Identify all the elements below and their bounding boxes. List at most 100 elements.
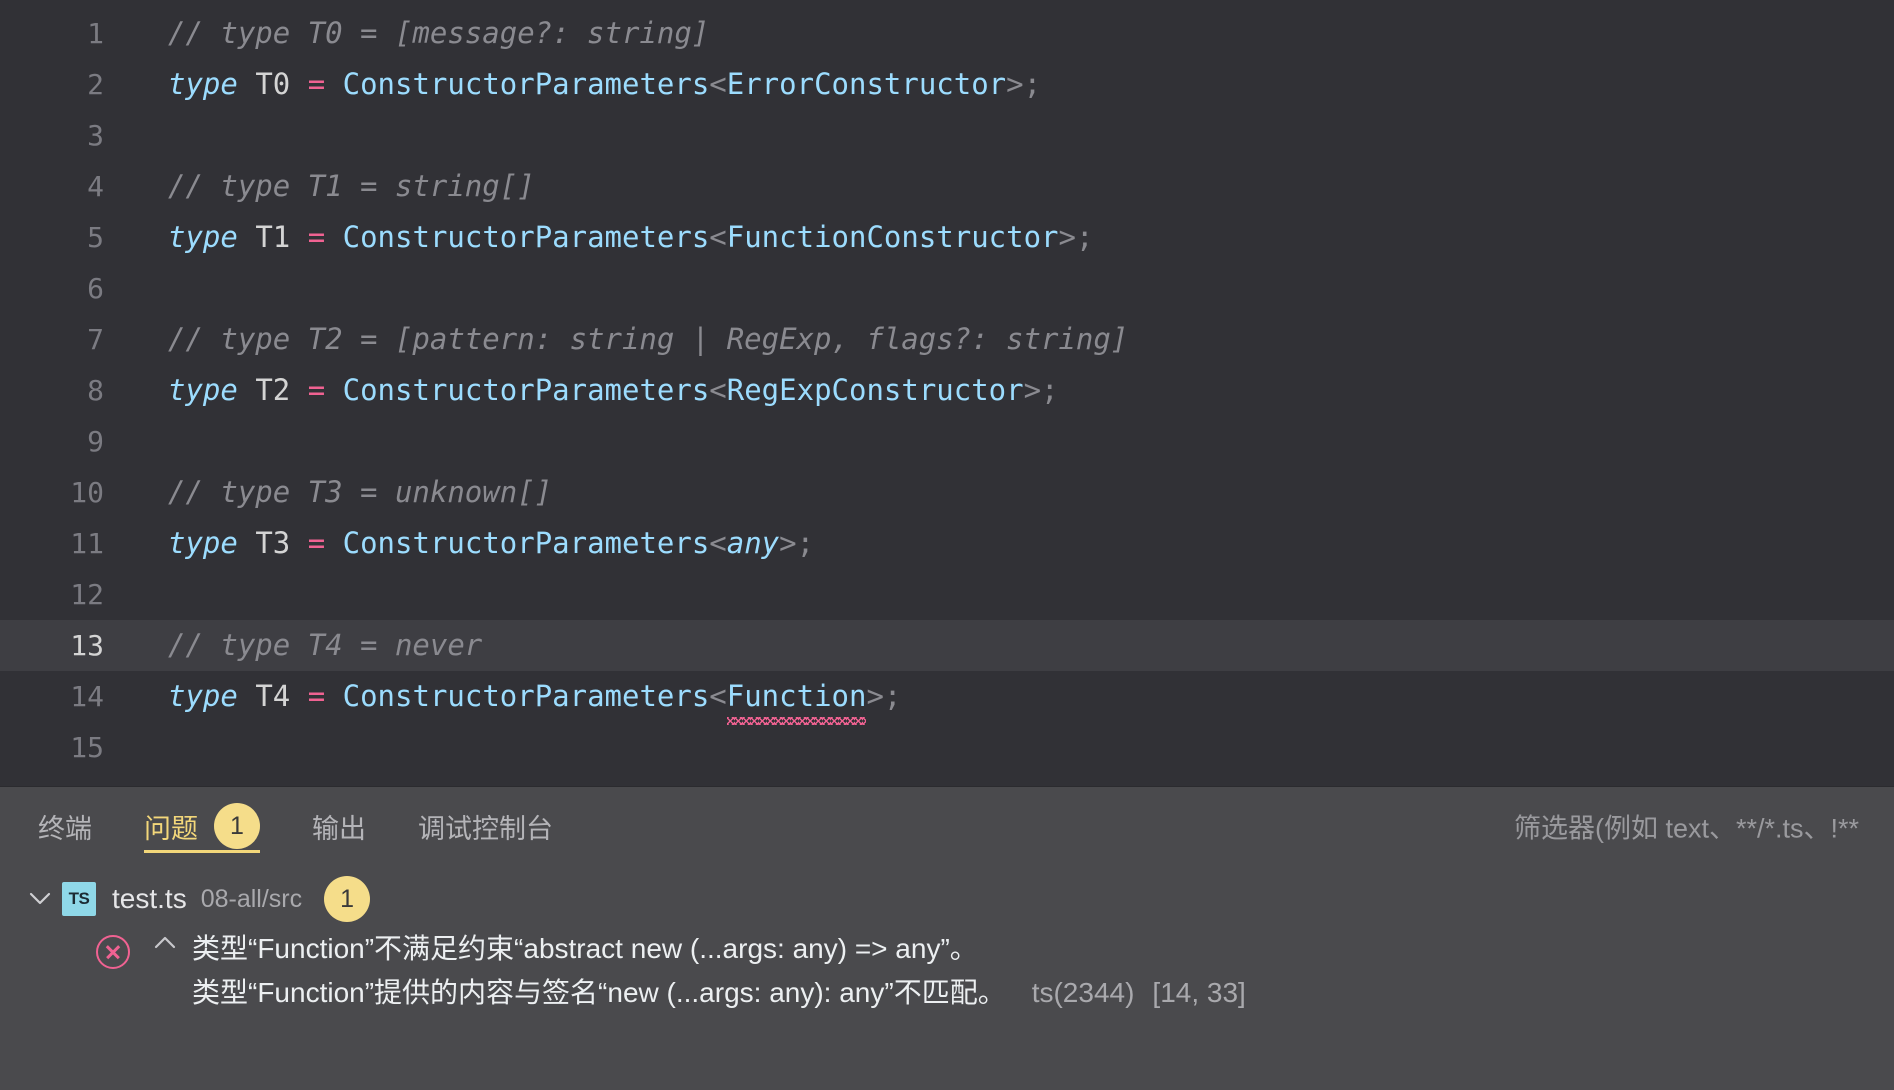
line-number: 2 <box>87 68 104 101</box>
chevron-up-icon[interactable] <box>154 931 176 955</box>
code-line[interactable]: 8 type T2 = ConstructorParameters<RegExp… <box>0 365 1894 416</box>
comment-token: // type T3 = unknown[] <box>168 475 553 509</box>
keyword-token: type <box>168 526 238 560</box>
keyword-token: type <box>168 67 238 101</box>
problem-position: [14, 33] <box>1152 977 1246 1008</box>
code-line[interactable]: 5 type T1 = ConstructorParameters<Functi… <box>0 212 1894 263</box>
comment-token: // type T0 = [message?: string] <box>168 16 710 50</box>
line-number: 15 <box>70 731 104 764</box>
angle-open: < <box>709 220 727 254</box>
error-squiggle-token[interactable]: Function <box>726 671 866 725</box>
angle-close: > <box>1006 67 1024 101</box>
operator-token: = <box>307 67 326 101</box>
code-line[interactable]: 10 // type T3 = unknown[] <box>0 467 1894 518</box>
line-number: 13 <box>70 629 104 662</box>
line-content: type T1 = ConstructorParameters<Function… <box>118 212 1093 263</box>
file-name: test.ts <box>112 883 187 914</box>
generic-token: ConstructorParameters <box>342 67 710 101</box>
line-number: 5 <box>87 221 104 254</box>
tab-label: 输出 <box>312 813 366 844</box>
generic-token: ConstructorParameters <box>342 679 710 713</box>
problem-item[interactable]: 类型“Function”不满足约束“abstract new (...args:… <box>0 927 1894 1015</box>
angle-open: < <box>709 526 727 560</box>
line-number: 9 <box>87 425 104 458</box>
angle-close: > <box>866 679 884 713</box>
chevron-down-icon[interactable] <box>18 877 62 921</box>
semicolon: ; <box>1023 67 1042 101</box>
typescript-file-icon: TS <box>62 882 96 916</box>
angle-open: < <box>709 67 727 101</box>
code-line[interactable]: 4 // type T1 = string[] <box>0 161 1894 212</box>
problems-filter-input[interactable]: 筛选器(例如 text、**/*.ts、!** <box>1514 807 1894 846</box>
comment-token: // type T1 = string[] <box>168 169 535 203</box>
type-name-token: T1 <box>255 220 291 254</box>
problem-message-block: 类型“Function”不满足约束“abstract new (...args:… <box>192 927 1246 1015</box>
bottom-panel: 终端 问题 1 输出 调试控制台 筛选器(例如 text、**/*.ts、!**… <box>0 786 1894 1090</box>
keyword-token: type <box>168 373 238 407</box>
keyword-token: type <box>168 220 238 254</box>
line-number: 7 <box>87 323 104 356</box>
line-number: 11 <box>70 527 104 560</box>
line-content: type T3 = ConstructorParameters<any>; <box>118 518 814 569</box>
code-editor[interactable]: 1 // type T0 = [message?: string] 2 type… <box>0 0 1894 786</box>
file-path: 08-all/src <box>200 884 303 913</box>
line-number: 1 <box>87 17 104 50</box>
angle-close: > <box>1023 373 1042 407</box>
problem-message-line-2: 类型“Function”提供的内容与签名“new (...args: any):… <box>192 971 1246 1015</box>
operator-token: = <box>307 373 326 407</box>
error-circle-icon <box>96 935 130 969</box>
problem-message-line-1: 类型“Function”不满足约束“abstract new (...args:… <box>192 933 978 964</box>
line-content: type T2 = ConstructorParameters<RegExpCo… <box>118 365 1059 416</box>
line-number: 3 <box>87 119 104 152</box>
generic-token: ConstructorParameters <box>342 373 710 407</box>
code-line[interactable]: 11 type T3 = ConstructorParameters<any>; <box>0 518 1894 569</box>
line-content: // type T0 = [message?: string] <box>118 8 709 59</box>
type-arg-token: FunctionConstructor <box>726 220 1059 254</box>
type-name-token: T2 <box>255 373 291 407</box>
code-line[interactable]: 9 <box>0 416 1894 467</box>
tab-output[interactable]: 输出 <box>312 787 366 865</box>
code-line[interactable]: 2 type T0 = ConstructorParameters<ErrorC… <box>0 59 1894 110</box>
code-line[interactable]: 15 <box>0 722 1894 773</box>
problems-tree: TS test.ts 08-all/src 1 类型“Function”不满足约… <box>0 865 1894 1015</box>
comment-token: // type T4 = never <box>168 628 483 662</box>
active-tab-underline <box>144 850 260 853</box>
operator-token: = <box>307 679 326 713</box>
line-number: 6 <box>87 272 104 305</box>
tab-debug-console[interactable]: 调试控制台 <box>418 787 553 865</box>
vscode-window: 1 // type T0 = [message?: string] 2 type… <box>0 0 1894 1090</box>
code-line[interactable]: 12 <box>0 569 1894 620</box>
type-name-token: T3 <box>255 526 291 560</box>
code-line[interactable]: 3 <box>0 110 1894 161</box>
problem-error-code: ts(2344) <box>1031 977 1135 1008</box>
tab-terminal[interactable]: 终端 <box>38 787 92 865</box>
operator-token: = <box>307 220 326 254</box>
type-name-token: T4 <box>255 679 291 713</box>
code-line[interactable]: 14 type T4 = ConstructorParameters<Funct… <box>0 671 1894 725</box>
code-line[interactable]: 6 <box>0 263 1894 314</box>
line-content: type T0 = ConstructorParameters<ErrorCon… <box>118 59 1041 110</box>
code-line-active[interactable]: 13 // type T4 = never <box>0 620 1894 671</box>
line-number: 4 <box>87 170 104 203</box>
line-number: 14 <box>70 680 104 713</box>
tab-badge-count: 1 <box>214 803 260 849</box>
line-number: 12 <box>70 578 104 611</box>
type-arg-token: ErrorConstructor <box>726 67 1007 101</box>
keyword-token: type <box>168 679 238 713</box>
generic-token: ConstructorParameters <box>342 220 710 254</box>
tab-label: 调试控制台 <box>418 813 553 844</box>
problems-file-row[interactable]: TS test.ts 08-all/src 1 <box>0 871 1894 927</box>
tab-problems[interactable]: 问题 1 <box>144 787 260 865</box>
line-content: // type T1 = string[] <box>118 161 535 212</box>
code-line[interactable]: 1 // type T0 = [message?: string] <box>0 8 1894 59</box>
line-content: // type T3 = unknown[] <box>118 467 552 518</box>
tab-label: 问题 <box>144 813 198 844</box>
code-line[interactable]: 7 // type T2 = [pattern: string | RegExp… <box>0 314 1894 365</box>
